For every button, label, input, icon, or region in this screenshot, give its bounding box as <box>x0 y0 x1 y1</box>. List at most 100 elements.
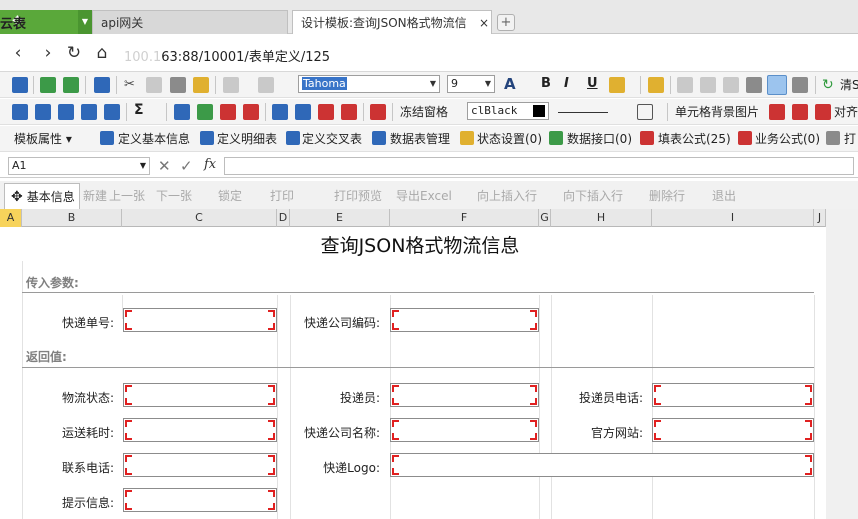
formula-input[interactable] <box>224 157 854 175</box>
line-style-select[interactable] <box>558 112 608 113</box>
app-menu-button[interactable]: ✥ 云表 ▼ <box>0 10 92 34</box>
print-button[interactable]: 打 <box>844 131 856 147</box>
insert-row-above-button[interactable]: 向上插入行 <box>477 187 537 204</box>
message-field[interactable] <box>123 488 277 512</box>
row-delete-icon[interactable] <box>220 104 236 120</box>
paste-icon[interactable] <box>170 77 186 93</box>
cancel-icon[interactable]: ✕ <box>158 157 171 175</box>
col-header-j[interactable]: J <box>814 209 826 227</box>
status-field[interactable] <box>123 383 277 407</box>
data-interface-button[interactable]: 数据接口(0) <box>567 131 632 147</box>
insert-row-below-button[interactable]: 向下插入行 <box>563 187 623 204</box>
cell-background-button[interactable]: 单元格背景图片 <box>675 104 759 120</box>
justify-icon[interactable] <box>767 75 787 95</box>
bold-button[interactable]: B <box>541 76 551 91</box>
redo-icon[interactable] <box>258 77 274 93</box>
print-preview-button[interactable]: 打印预览 <box>334 187 382 204</box>
exit-button[interactable]: 退出 <box>712 187 736 204</box>
split-icon[interactable] <box>104 104 120 120</box>
vertical-align-icon[interactable] <box>792 77 808 93</box>
col-header-i[interactable]: I <box>652 209 814 227</box>
align-right-icon[interactable] <box>723 77 739 93</box>
confirm-icon[interactable]: ✓ <box>180 157 193 175</box>
bg-clear-icon[interactable] <box>792 104 808 120</box>
new-tab-button[interactable]: + <box>497 14 515 31</box>
insert-col-icon[interactable] <box>58 104 74 120</box>
website-field[interactable] <box>652 418 814 442</box>
sheet-tab-basic-info[interactable]: ✥ 基本信息 <box>4 183 80 209</box>
forward-icon[interactable]: › <box>38 42 58 64</box>
address-bar[interactable]: 100.163:88/10001/表单定义/125 <box>124 46 330 65</box>
home-icon[interactable]: ⌂ <box>92 42 112 64</box>
col-header-d[interactable]: D <box>277 209 290 227</box>
duration-field[interactable] <box>123 418 277 442</box>
col-header-f[interactable]: F <box>390 209 539 227</box>
lock-button[interactable]: 锁定 <box>218 187 242 204</box>
move-down-icon[interactable] <box>295 104 311 120</box>
courier-field[interactable] <box>390 383 539 407</box>
font-name-select[interactable]: Tahoma ▼ <box>298 75 440 93</box>
col-header-e[interactable]: E <box>290 209 390 227</box>
company-name-field[interactable] <box>390 418 539 442</box>
font-color-icon[interactable]: A <box>504 75 516 93</box>
function-icon[interactable]: fx <box>204 157 216 172</box>
grid-icon[interactable] <box>63 77 79 93</box>
bg-image-icon[interactable] <box>769 104 785 120</box>
fill-formula-button[interactable]: 填表公式(25) <box>658 131 731 147</box>
clear-button[interactable]: 清S <box>840 77 858 93</box>
company-code-field[interactable] <box>390 308 539 332</box>
grid-edit-icon[interactable] <box>40 77 56 93</box>
tab-design-template[interactable]: 设计模板:查询JSON格式物流信 × <box>292 10 492 34</box>
col-header-c[interactable]: C <box>122 209 277 227</box>
align-center-icon[interactable] <box>700 77 716 93</box>
back-icon[interactable]: ‹ <box>8 42 28 64</box>
clear-cells-icon[interactable] <box>318 104 334 120</box>
delete-row-button[interactable]: 删除行 <box>649 187 685 204</box>
insert-row-icon[interactable] <box>35 104 51 120</box>
define-basic-button[interactable]: 定义基本信息 <box>118 131 190 147</box>
lock-icon[interactable] <box>648 77 664 93</box>
new-button[interactable]: 新建 <box>83 187 107 204</box>
contact-field[interactable] <box>123 453 277 477</box>
tracking-no-field[interactable] <box>123 308 277 332</box>
distribute-icon[interactable] <box>746 77 762 93</box>
col-header-b[interactable]: B <box>22 209 122 227</box>
close-tab-icon[interactable]: × <box>477 16 491 30</box>
business-formula-button[interactable]: 业务公式(0) <box>755 131 820 147</box>
col-delete-icon[interactable] <box>243 104 259 120</box>
row-add-icon[interactable] <box>174 104 190 120</box>
col-header-g[interactable]: G <box>539 209 551 227</box>
next-button[interactable]: 下一张 <box>156 187 192 204</box>
align-left-icon[interactable] <box>677 77 693 93</box>
tab-api-gateway[interactable]: api网关 <box>92 10 288 34</box>
courier-phone-field[interactable] <box>652 383 814 407</box>
refresh-green-icon[interactable]: ↻ <box>822 77 838 93</box>
clear-format-icon[interactable] <box>341 104 357 120</box>
define-detail-button[interactable]: 定义明细表 <box>217 131 277 147</box>
cell-name-box[interactable]: A1 ▼ <box>8 157 150 175</box>
move-up-icon[interactable] <box>272 104 288 120</box>
merge-icon[interactable] <box>81 104 97 120</box>
copy-icon[interactable] <box>146 77 162 93</box>
col-header-a[interactable]: A <box>0 209 22 227</box>
datatable-mgmt-button[interactable]: 数据表管理 <box>390 131 450 147</box>
export-icon[interactable] <box>94 77 110 93</box>
print-action-button[interactable]: 打印 <box>270 187 294 204</box>
template-props-button[interactable]: 模板属性 ▾ <box>14 131 72 147</box>
underline-button[interactable]: U <box>587 76 598 91</box>
align-panel-icon[interactable] <box>815 104 831 120</box>
col-header-h[interactable]: H <box>551 209 652 227</box>
color-select[interactable]: clBlack <box>467 102 549 120</box>
row-copy-icon[interactable] <box>197 104 213 120</box>
italic-button[interactable]: I <box>564 76 569 91</box>
align-button[interactable]: 对齐 <box>834 104 858 120</box>
font-size-select[interactable]: 9 ▼ <box>447 75 495 93</box>
delete-sheet-icon[interactable] <box>370 104 386 120</box>
sum-icon[interactable]: Σ <box>134 102 144 118</box>
status-settings-button[interactable]: 状态设置(0) <box>477 131 542 147</box>
refresh-icon[interactable]: ↻ <box>64 42 84 64</box>
export-excel-button[interactable]: 导出Excel <box>396 187 452 204</box>
format-painter-icon[interactable] <box>193 77 209 93</box>
chevron-down-icon[interactable]: ▼ <box>78 10 92 34</box>
fill-color-icon[interactable] <box>609 77 625 93</box>
